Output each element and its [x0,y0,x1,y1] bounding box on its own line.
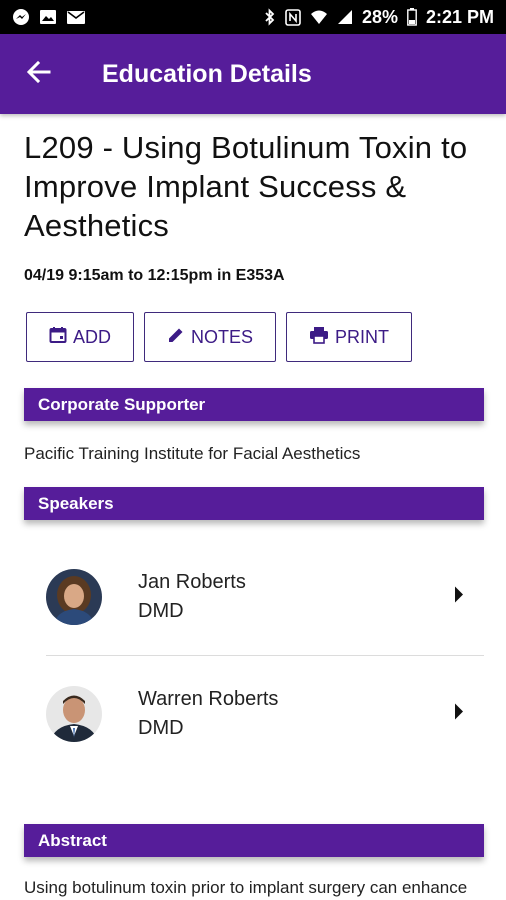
chevron-right-icon [454,586,464,608]
app-bar: Education Details [0,34,506,114]
messenger-icon [12,8,30,26]
pencil-icon [167,326,185,349]
speaker-name: Jan Roberts [138,571,246,593]
arrow-back-icon [26,60,51,88]
action-buttons: ADD NOTES PRINT [26,312,486,362]
speaker-info: Warren Roberts DMD [138,688,278,740]
corporate-supporter-heading: Corporate Supporter [24,388,484,421]
mail-icon [66,10,86,25]
avatar [46,686,102,742]
content: L209 - Using Botulinum Toxin to Improve … [24,114,486,900]
bluetooth-icon [264,8,276,26]
speakers-heading: Speakers [24,487,484,520]
speaker-name: Warren Roberts [138,688,279,710]
page-title: Education Details [102,59,312,88]
speaker-row-warren-roberts[interactable]: Warren Roberts DMD [24,656,486,772]
status-left [12,8,86,26]
corporate-supporter-name: Pacific Training Institute for Facial Ae… [24,444,361,463]
status-bar: 28% 2:21 PM [0,0,506,34]
status-time: 2:21 PM [425,6,494,27]
add-button[interactable]: ADD [26,312,134,362]
session-title: L209 - Using Botulinum Toxin to Improve … [24,130,468,243]
calendar-icon [49,326,67,349]
chevron-right-icon [454,703,464,725]
signal-icon [337,9,353,25]
gallery-icon [39,9,57,25]
notes-button-label: NOTES [190,326,253,347]
speaker-info: Jan Roberts DMD [138,571,246,623]
notes-button[interactable]: NOTES [144,312,276,362]
speaker-credential: DMD [138,600,184,622]
printer-icon [309,326,329,349]
speaker-credential: DMD [138,717,184,739]
session-time-location: 04/19 9:15am to 12:15pm in E353A [24,267,285,284]
print-button[interactable]: PRINT [286,312,412,362]
back-button[interactable] [0,34,90,114]
wifi-icon [310,9,328,25]
abstract-heading: Abstract [24,824,484,857]
battery-icon [407,8,417,26]
print-button-label: PRINT [335,326,389,347]
status-right: 28% 2:21 PM [264,7,494,28]
add-button-label: ADD [72,326,111,347]
abstract-text: Using botulinum toxin prior to implant s… [24,878,468,897]
speaker-row-jan-roberts[interactable]: Jan Roberts DMD [24,538,486,656]
avatar [46,569,102,625]
nfc-icon [285,8,301,26]
battery-percentage: 28% [361,6,398,27]
